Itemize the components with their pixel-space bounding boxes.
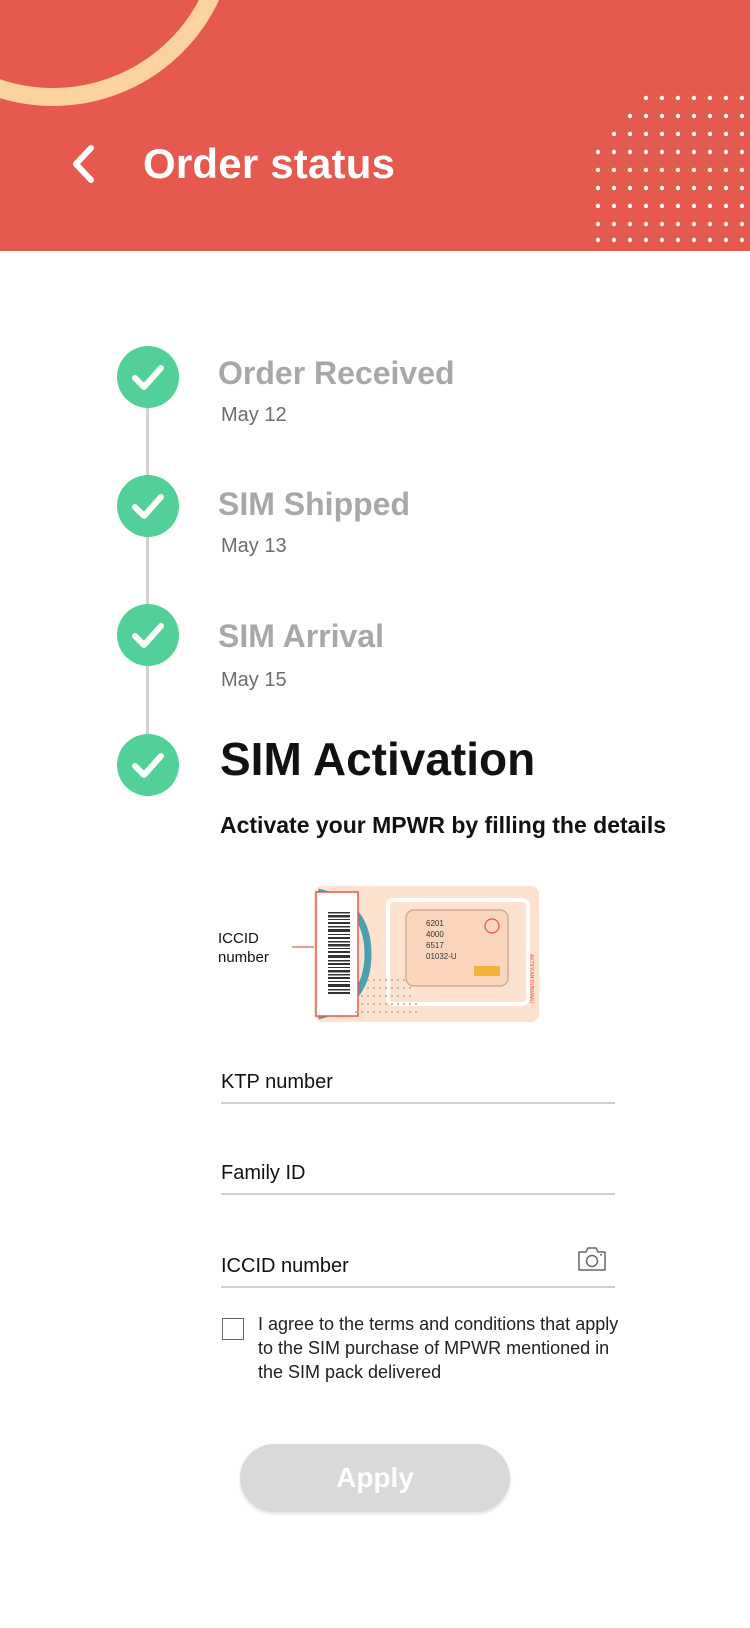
page-title: Order status bbox=[143, 140, 396, 187]
chevron-left-icon bbox=[73, 145, 94, 183]
step-1-check-icon bbox=[117, 346, 179, 408]
header-bar: Order status bbox=[0, 0, 750, 251]
camera-icon[interactable] bbox=[577, 1246, 607, 1272]
iccid-number-input[interactable] bbox=[221, 1255, 561, 1278]
step-2-title: SIM Shipped bbox=[218, 486, 410, 522]
step-2-check-icon bbox=[117, 475, 179, 537]
step-3-check-icon bbox=[117, 604, 179, 666]
back-button[interactable] bbox=[64, 136, 104, 192]
step-1-date: May 12 bbox=[221, 404, 287, 426]
iccid-number-field[interactable] bbox=[221, 1244, 615, 1288]
svg-text:6517: 6517 bbox=[426, 941, 444, 950]
timeline-connector bbox=[146, 380, 149, 770]
svg-text:4000: 4000 bbox=[426, 930, 444, 939]
family-id-field[interactable] bbox=[221, 1151, 615, 1195]
step-3-date: May 15 bbox=[221, 669, 287, 691]
activation-subtitle: Activate your MPWR by filling the detail… bbox=[220, 812, 667, 838]
svg-text:AKTIFKAN DUNIAMU: AKTIFKAN DUNIAMU bbox=[528, 954, 534, 1004]
terms-text: I agree to the terms and conditions that… bbox=[258, 1314, 619, 1382]
step-1-title: Order Received bbox=[218, 355, 455, 391]
svg-text:01032-U: 01032-U bbox=[426, 952, 457, 961]
terms-checkbox[interactable] bbox=[222, 1318, 244, 1340]
step-3-title: SIM Arrival bbox=[218, 618, 384, 654]
step-2-date: May 13 bbox=[221, 535, 287, 557]
sim-card-illustration: 6201 4000 6517 01032-U AKTIFKAN DUNIAMU bbox=[292, 886, 539, 1022]
step-4-check-icon bbox=[117, 734, 179, 796]
decorative-arc bbox=[0, 0, 236, 106]
family-id-input[interactable] bbox=[221, 1162, 561, 1185]
apply-button[interactable]: Apply bbox=[240, 1444, 510, 1512]
decorative-dot-grid bbox=[595, 95, 745, 243]
ktp-number-field[interactable] bbox=[221, 1060, 615, 1104]
ktp-number-input[interactable] bbox=[221, 1071, 561, 1094]
svg-text:6201: 6201 bbox=[426, 919, 444, 928]
step-4-title: SIM Activation bbox=[220, 733, 536, 785]
